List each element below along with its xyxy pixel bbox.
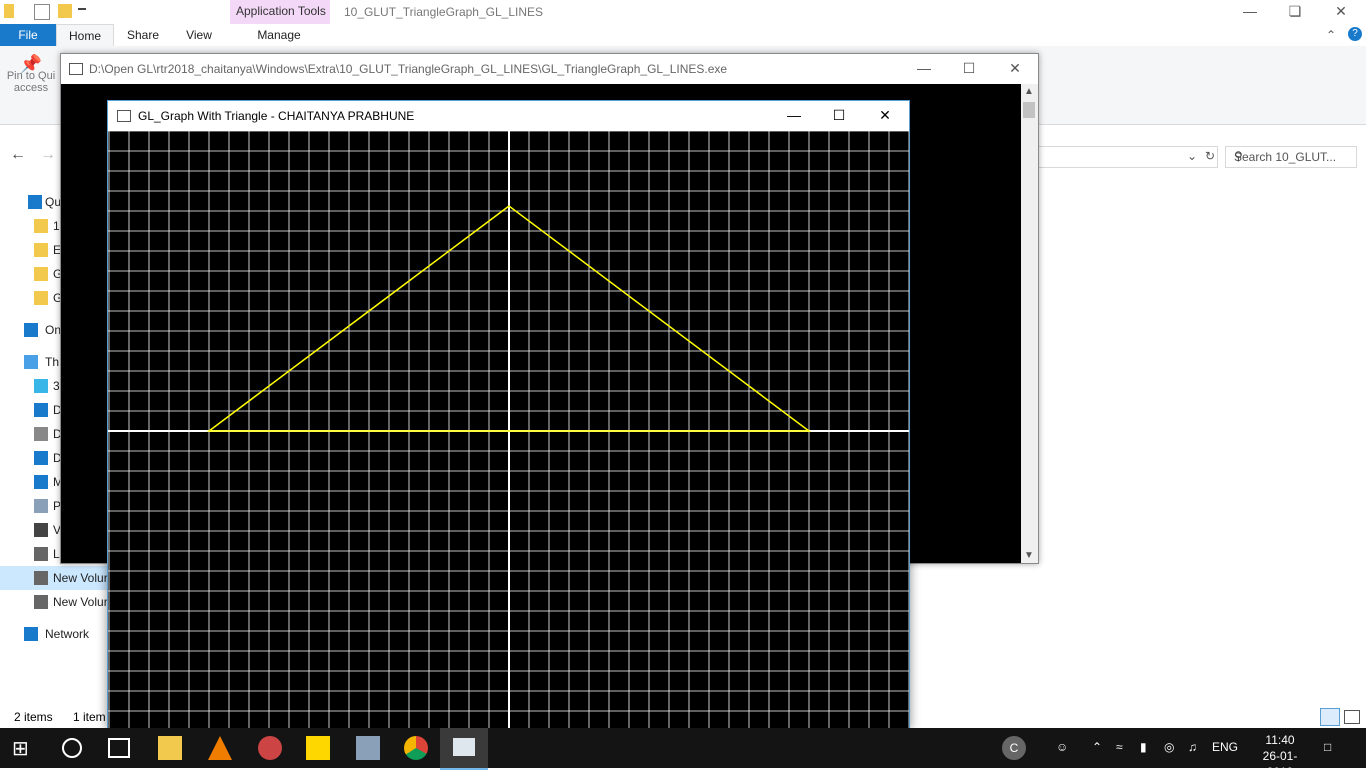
sidebar-item[interactable]: New Volur xyxy=(0,566,110,590)
gl-window-title: GL_Graph With Triangle - CHAITANYA PRABH… xyxy=(138,109,415,123)
details-view-icon[interactable] xyxy=(1320,708,1340,726)
chrome-icon[interactable] xyxy=(404,736,428,760)
picture-icon xyxy=(34,499,48,513)
gl-canvas xyxy=(108,131,909,729)
chevron-up-icon[interactable]: ⌃ xyxy=(1326,28,1336,42)
search-input[interactable]: Search 10_GLUT... ⚲ xyxy=(1225,146,1357,168)
star-icon xyxy=(28,195,42,209)
new-folder-icon[interactable] xyxy=(58,4,72,18)
explorer-titlebar xyxy=(0,0,1366,24)
sidebar-item-label: New Volur xyxy=(53,595,108,609)
console-minimize-button[interactable]: — xyxy=(901,57,947,81)
gl-app-icon xyxy=(117,110,131,122)
console-app-icon xyxy=(453,738,475,756)
chevron-down-icon[interactable]: ⌄ xyxy=(1187,149,1197,163)
sidebar-item-label: 1 xyxy=(53,219,60,233)
gl-maximize-button[interactable]: ☐ xyxy=(816,104,862,128)
notification-icon[interactable]: □ xyxy=(1324,740,1331,754)
large-icons-view-icon[interactable] xyxy=(1344,710,1360,724)
gl-close-button[interactable]: ✕ xyxy=(862,104,908,128)
search-icon: ⚲ xyxy=(1234,149,1243,163)
context-tab-application-tools: Application Tools xyxy=(230,0,330,24)
computer-icon xyxy=(24,355,38,369)
sidebar-item-label: Qu xyxy=(45,195,62,209)
chevron-up-icon[interactable]: ⌃ xyxy=(1092,740,1102,754)
photos-icon[interactable] xyxy=(356,736,380,760)
desktop-icon xyxy=(34,403,48,417)
document-icon xyxy=(34,427,48,441)
user-avatar[interactable]: C xyxy=(1002,736,1026,760)
sidebar-item-label: Th xyxy=(45,355,60,369)
address-bar[interactable]: ⌄ ↻ xyxy=(1036,146,1218,168)
sidebar-item[interactable]: Network xyxy=(0,622,110,646)
tab-view[interactable]: View xyxy=(176,24,222,46)
scroll-down-icon[interactable]: ▼ xyxy=(1024,550,1034,561)
wifi-icon[interactable]: ≈ xyxy=(1116,740,1123,754)
console-titlebar: D:\Open GL\rtr2018_chaitanya\Windows\Ext… xyxy=(61,54,1038,84)
search-circle-icon[interactable] xyxy=(62,738,82,758)
download-icon xyxy=(34,451,48,465)
scroll-up-icon[interactable]: ▲ xyxy=(1024,86,1034,97)
folder-icon xyxy=(34,219,48,233)
pin-icon: 📌 xyxy=(19,54,43,74)
volume-icon[interactable]: ♫ xyxy=(1188,740,1197,754)
drive-icon xyxy=(34,595,48,609)
drive-icon xyxy=(34,547,48,561)
file-explorer-icon[interactable] xyxy=(158,736,182,760)
task-view-icon[interactable] xyxy=(108,738,130,758)
taskbar: ⊞ C ☺ ⌃ ≈ ▮ ◎ ♫ ENG 11:40 26-01-2019 □ xyxy=(0,728,1366,779)
console-app-icon xyxy=(69,63,83,75)
console-maximize-button[interactable]: ☐ xyxy=(946,57,992,81)
sidebar-item[interactable]: New Volur xyxy=(0,590,110,614)
tab-home[interactable]: Home xyxy=(56,24,114,47)
people-icon[interactable]: ☺ xyxy=(1056,740,1068,754)
video-icon xyxy=(34,523,48,537)
gl-titlebar: GL_Graph With Triangle - CHAITANYA PRABH… xyxy=(108,101,909,131)
console-close-button[interactable]: ✕ xyxy=(992,57,1038,81)
tab-file[interactable]: File xyxy=(0,24,56,46)
gl-window: GL_Graph With Triangle - CHAITANYA PRABH… xyxy=(107,100,910,730)
clock[interactable]: 11:40 26-01-2019 xyxy=(1250,732,1310,780)
sticky-notes-icon[interactable] xyxy=(306,736,330,760)
cloud-icon xyxy=(24,323,38,337)
sidebar-item-label: New Volur xyxy=(53,571,108,585)
tab-manage[interactable]: Manage xyxy=(240,24,318,46)
folder-icon xyxy=(34,267,48,281)
console-title: D:\Open GL\rtr2018_chaitanya\Windows\Ext… xyxy=(89,62,728,76)
sidebar-item-label: On xyxy=(45,323,62,337)
sidebar-item-label: Network xyxy=(45,627,90,641)
refresh-icon[interactable]: ↻ xyxy=(1205,149,1215,163)
explorer-title: 10_GLUT_TriangleGraph_GL_LINES xyxy=(344,5,543,19)
location-icon[interactable]: ◎ xyxy=(1164,740,1174,754)
minimize-button[interactable]: — xyxy=(1227,0,1273,24)
scrollbar-thumb[interactable] xyxy=(1023,102,1035,118)
ribbon-tabs: File Home Share View Manage ⌃ ? xyxy=(0,24,1366,47)
folder-icon xyxy=(34,291,48,305)
drive-icon xyxy=(34,571,48,585)
help-icon[interactable]: ? xyxy=(1348,27,1362,41)
music-icon xyxy=(34,475,48,489)
battery-icon[interactable]: ▮ xyxy=(1140,740,1147,754)
network-icon xyxy=(24,627,38,641)
language-indicator[interactable]: ENG xyxy=(1212,740,1238,754)
paint-icon[interactable] xyxy=(258,736,282,760)
restore-button[interactable]: ❏ xyxy=(1272,0,1318,24)
gl-minimize-button[interactable]: — xyxy=(771,104,817,128)
sidebar-item-label: 3 xyxy=(53,379,60,393)
chevron-down-icon[interactable] xyxy=(78,8,86,16)
sidebar-item-label: L xyxy=(53,547,60,561)
properties-icon[interactable] xyxy=(34,4,50,20)
close-button[interactable]: ✕ xyxy=(1318,0,1364,24)
windows-start-icon[interactable]: ⊞ xyxy=(12,736,36,760)
vlc-icon[interactable] xyxy=(208,736,232,760)
back-arrow-icon[interactable]: ← xyxy=(10,146,26,164)
console-scrollbar[interactable]: ▲ ▼ xyxy=(1021,84,1038,563)
forward-arrow-icon[interactable]: → xyxy=(40,146,56,164)
pin-to-quick-access-button[interactable]: 📌 Pin to Qui access xyxy=(6,54,56,94)
tab-share[interactable]: Share xyxy=(118,24,168,46)
active-app-tab[interactable] xyxy=(440,728,488,770)
folder-icon[interactable] xyxy=(4,4,14,18)
cube-icon xyxy=(34,379,48,393)
folder-icon xyxy=(34,243,48,257)
